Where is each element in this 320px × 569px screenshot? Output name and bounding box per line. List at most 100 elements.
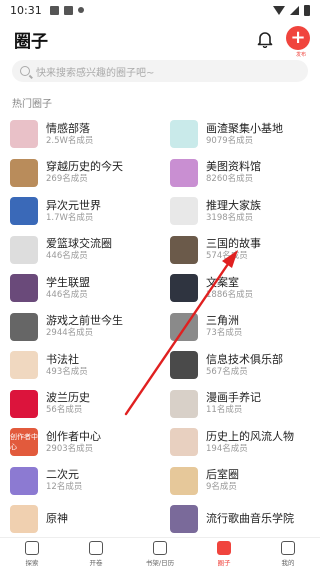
circle-member-count: 2944名成员 bbox=[46, 328, 94, 338]
circle-info: 二次元 12名成员 bbox=[46, 468, 82, 493]
circle-item[interactable]: 三角洲 73名成员 bbox=[170, 309, 320, 345]
circle-info: 流行歌曲音乐学院 bbox=[206, 512, 294, 526]
circle-item[interactable]: 后室圈 9名成员 bbox=[170, 463, 320, 499]
search-icon bbox=[20, 66, 30, 76]
circle-name: 文案室 bbox=[206, 275, 239, 289]
circle-member-count: 2.5W名成员 bbox=[46, 135, 94, 146]
bottom-tab-bar: 探索 开卷 书架/日历 圈子 我的 bbox=[0, 537, 320, 569]
circle-member-count: 493名成员 bbox=[46, 366, 88, 377]
circle-avatar bbox=[170, 120, 198, 148]
circle-info: 波兰历史 56名成员 bbox=[46, 391, 90, 416]
status-time: 10:31 bbox=[10, 3, 42, 17]
header: 圈子 + 发布 bbox=[0, 22, 320, 58]
circle-item[interactable]: 美图资料馆 8260名成员 bbox=[170, 155, 320, 191]
circle-item[interactable]: 三国的故事 574名成员 bbox=[170, 232, 320, 268]
circle-avatar bbox=[170, 505, 198, 533]
circle-name: 三国的故事 bbox=[206, 237, 261, 250]
tab-2[interactable]: 书架/日历 bbox=[128, 538, 192, 569]
circle-item[interactable]: 二次元 12名成员 bbox=[10, 463, 160, 499]
create-circle-button[interactable]: + bbox=[286, 26, 310, 50]
circle-info: 推理大家族 3198名成员 bbox=[206, 199, 261, 224]
circle-member-count: 1.7W名成员 bbox=[46, 212, 94, 223]
circle-member-count: 11名成员 bbox=[206, 405, 243, 415]
tab-icon bbox=[217, 540, 231, 555]
tab-1[interactable]: 开卷 bbox=[64, 538, 128, 569]
circle-avatar bbox=[10, 312, 38, 341]
circle-info: 游戏之前世今生 2944名成员 bbox=[46, 314, 123, 339]
bell-icon[interactable] bbox=[256, 30, 274, 48]
tab-icon bbox=[153, 540, 167, 555]
circle-item[interactable]: 书法社 493名成员 bbox=[10, 347, 160, 383]
circle-member-count: 3198名成员 bbox=[206, 212, 254, 223]
circle-member-count: 73名成员 bbox=[206, 328, 243, 338]
circle-name: 三角洲 bbox=[206, 314, 239, 327]
download-notification-icon bbox=[77, 7, 84, 13]
notification-icons bbox=[49, 5, 84, 15]
circle-item[interactable]: 推理大家族 3198名成员 bbox=[170, 193, 320, 229]
app-notification-icon bbox=[63, 5, 73, 15]
circle-avatar bbox=[10, 197, 38, 225]
circle-info: 信息技术俱乐部 567名成员 bbox=[206, 353, 283, 378]
circle-member-count: 446名成员 bbox=[46, 289, 88, 300]
battery-icon bbox=[304, 4, 310, 16]
circle-name: 穿越历史的今天 bbox=[46, 160, 123, 173]
circle-member-count: 574名成员 bbox=[206, 251, 248, 261]
circle-name: 漫画手养记 bbox=[206, 391, 261, 404]
circle-name: 历史上的风流人物 bbox=[206, 429, 294, 443]
circle-item[interactable]: 波兰历史 56名成员 bbox=[10, 386, 160, 422]
circle-info: 美图资料馆 8260名成员 bbox=[206, 160, 261, 185]
circle-item[interactable]: 文案室 1886名成员 bbox=[170, 270, 320, 306]
circle-avatar bbox=[10, 120, 38, 148]
circle-item[interactable]: 信息技术俱乐部 567名成员 bbox=[170, 347, 320, 383]
tab-4[interactable]: 我的 bbox=[256, 538, 320, 569]
circle-avatar bbox=[10, 235, 38, 264]
circle-info: 穿越历史的今天 269名成员 bbox=[46, 160, 123, 185]
circle-member-count: 56名成员 bbox=[46, 405, 83, 415]
circle-item[interactable]: 漫画手养记 11名成员 bbox=[170, 386, 320, 422]
tab-icon bbox=[89, 540, 103, 555]
circle-avatar bbox=[10, 389, 38, 418]
circle-avatar bbox=[10, 274, 38, 302]
tab-label: 开卷 bbox=[89, 558, 103, 567]
circle-name: 原神 bbox=[46, 512, 68, 525]
circle-item[interactable]: 历史上的风流人物 194名成员 bbox=[170, 424, 320, 460]
tab-icon bbox=[281, 540, 295, 555]
circle-info: 漫画手养记 11名成员 bbox=[206, 391, 261, 416]
circle-info: 学生联盟 446名成员 bbox=[46, 276, 90, 301]
tab-3[interactable]: 圈子 bbox=[192, 538, 256, 569]
circle-item[interactable]: 穿越历史的今天 269名成员 bbox=[10, 155, 160, 191]
circle-name: 爱篮球交流圈 bbox=[46, 237, 112, 250]
circle-avatar bbox=[10, 158, 38, 187]
circle-member-count: 8260名成员 bbox=[206, 174, 254, 184]
circle-name: 异次元世界 bbox=[46, 198, 101, 212]
circle-avatar-text: 创作者中心 bbox=[10, 433, 38, 451]
circle-avatar bbox=[170, 312, 198, 341]
search-bar[interactable]: 快来搜索感兴趣的圈子吧~ bbox=[12, 60, 308, 82]
circle-item[interactable]: 流行歌曲音乐学院 bbox=[170, 501, 320, 537]
circle-item[interactable]: 学生联盟 446名成员 bbox=[10, 270, 160, 306]
circle-info: 原神 bbox=[46, 512, 68, 526]
circle-item[interactable]: 异次元世界 1.7W名成员 bbox=[10, 193, 160, 229]
circle-name: 美图资料馆 bbox=[206, 160, 261, 173]
circle-avatar bbox=[170, 389, 198, 418]
section-title: 热门圈子 bbox=[12, 99, 52, 110]
circle-avatar bbox=[10, 351, 38, 379]
circle-name: 学生联盟 bbox=[46, 275, 90, 289]
circle-info: 爱篮球交流圈 446名成员 bbox=[46, 237, 112, 262]
circle-item[interactable]: 画渣聚集小基地 9079名成员 bbox=[170, 116, 320, 152]
circle-item[interactable]: 原神 bbox=[10, 501, 160, 537]
circle-member-count: 567名成员 bbox=[206, 366, 248, 377]
circle-info: 创作者中心 2903名成员 bbox=[46, 430, 101, 455]
circle-item[interactable]: 创作者中心 创作者中心 2903名成员 bbox=[10, 424, 160, 460]
circle-name: 二次元 bbox=[46, 468, 79, 481]
tab-label: 探索 bbox=[25, 558, 39, 567]
circle-info: 书法社 493名成员 bbox=[46, 353, 88, 378]
circle-info: 后室圈 9名成员 bbox=[206, 468, 239, 493]
tab-0[interactable]: 探索 bbox=[0, 538, 64, 569]
circle-item[interactable]: 情感部落 2.5W名成员 bbox=[10, 116, 160, 152]
circle-item[interactable]: 爱篮球交流圈 446名成员 bbox=[10, 232, 160, 268]
search-placeholder: 快来搜索感兴趣的圈子吧~ bbox=[36, 67, 155, 79]
circle-item[interactable]: 游戏之前世今生 2944名成员 bbox=[10, 309, 160, 345]
wifi-icon bbox=[273, 5, 285, 15]
circle-name: 创作者中心 bbox=[46, 429, 101, 443]
